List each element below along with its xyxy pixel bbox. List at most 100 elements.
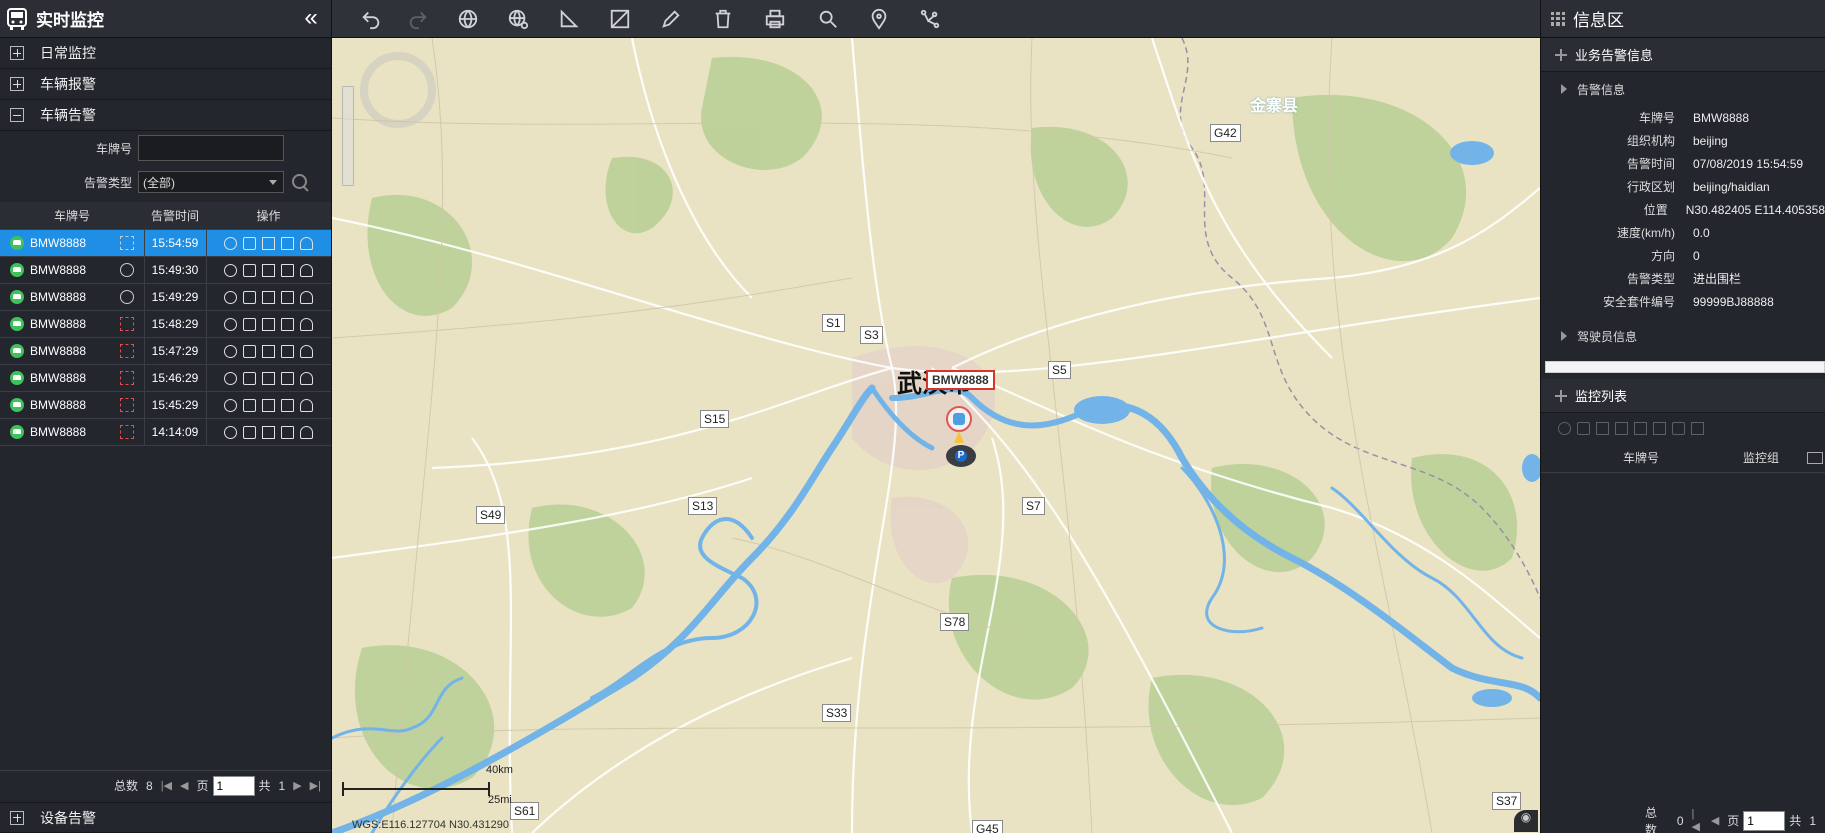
collapse-icon[interactable] (10, 108, 24, 122)
expand-icon[interactable] (10, 46, 24, 60)
document-icon[interactable] (281, 344, 295, 358)
document-icon[interactable] (281, 398, 295, 412)
section-vehicle-alert[interactable]: 车辆告警 (0, 100, 331, 131)
page-input[interactable] (212, 775, 255, 796)
alert-type-select[interactable]: (全部) (138, 171, 284, 193)
film-icon[interactable] (262, 371, 276, 385)
globe-icon[interactable] (455, 6, 481, 32)
section-vehicle-alarm[interactable]: 车辆报警 (0, 69, 331, 100)
play-icon[interactable] (224, 236, 238, 250)
play-icon[interactable] (224, 317, 238, 331)
col-group[interactable]: 监控组 (1721, 449, 1801, 466)
section-device-alert[interactable]: 设备告警 (0, 802, 331, 833)
prev-page-icon[interactable]: ◀ (1711, 814, 1719, 827)
vehicle-plate-label[interactable]: BMW8888 (926, 370, 995, 390)
plate-input[interactable] (138, 135, 284, 161)
eye-icon[interactable]: ◉ (1514, 810, 1538, 832)
car-camera-icon[interactable] (1672, 421, 1685, 435)
camera-icon[interactable] (243, 344, 257, 358)
expand-arrow-icon[interactable] (1561, 84, 1567, 94)
alert-row[interactable]: BMW8888 15:49:29 (0, 283, 331, 311)
film-icon[interactable] (262, 425, 276, 439)
measure-angle-icon[interactable] (556, 6, 582, 32)
col-plate[interactable]: 车牌号 (0, 202, 144, 230)
play-icon[interactable] (224, 344, 238, 358)
expand-arrow-icon[interactable] (1561, 331, 1567, 341)
camera-icon[interactable] (243, 290, 257, 304)
col-time[interactable]: 告警时间 (144, 202, 206, 230)
measure-area-icon[interactable] (607, 6, 633, 32)
driver-info-toggle[interactable]: 驾驶员信息 (1541, 319, 1825, 353)
prev-page-icon[interactable]: ◀ (180, 779, 188, 792)
document-icon[interactable] (281, 371, 295, 385)
document-icon[interactable] (281, 290, 295, 304)
search-icon[interactable] (815, 6, 841, 32)
route-path-icon[interactable] (917, 6, 943, 32)
parking-marker-icon[interactable]: P (946, 445, 976, 467)
document-icon[interactable] (281, 236, 295, 250)
camera-icon[interactable] (243, 398, 257, 412)
vehicle-marker-icon[interactable] (946, 406, 972, 432)
play-icon[interactable] (224, 425, 238, 439)
sliders-icon[interactable] (1653, 421, 1666, 435)
col-plate[interactable]: 车牌号 (1541, 449, 1721, 466)
grid-icon[interactable] (1634, 421, 1647, 435)
camera-icon[interactable] (243, 236, 257, 250)
document-icon[interactable] (281, 425, 295, 439)
film-icon[interactable] (1596, 421, 1609, 435)
last-page-icon[interactable]: ▶| (310, 779, 321, 792)
location-pin-icon[interactable] (866, 6, 892, 32)
camera-icon[interactable] (243, 425, 257, 439)
splitter[interactable] (1545, 361, 1825, 373)
play-icon[interactable] (224, 371, 238, 385)
map-view[interactable]: 金寨县 G42 S1 S3 S5 S15 S13 S49 S7 S78 S33 … (332, 38, 1540, 833)
drag-handle-icon[interactable] (1555, 389, 1567, 402)
play-icon[interactable] (224, 263, 238, 277)
hand-icon[interactable] (1691, 421, 1704, 435)
alert-row[interactable]: BMW8888 15:45:29 (0, 391, 331, 419)
film-icon[interactable] (262, 344, 276, 358)
list-menu-icon[interactable] (1807, 451, 1823, 464)
redo-icon[interactable] (405, 6, 431, 32)
collapse-panel-icon[interactable]: « (298, 6, 324, 31)
alert-row[interactable]: BMW8888 15:49:30 (0, 256, 331, 284)
page-input[interactable] (1743, 810, 1786, 831)
person-icon[interactable] (300, 263, 314, 277)
zoom-slider[interactable] (342, 86, 354, 186)
film-icon[interactable] (262, 317, 276, 331)
alert-row[interactable]: BMW8888 15:54:59 (0, 229, 331, 257)
camera-icon[interactable] (243, 263, 257, 277)
pan-control[interactable] (360, 52, 436, 128)
search-icon[interactable] (290, 172, 310, 192)
minus-box-icon[interactable] (1615, 421, 1628, 435)
person-icon[interactable] (300, 236, 314, 250)
expand-icon[interactable] (10, 77, 24, 91)
printer-icon[interactable] (762, 6, 788, 32)
person-icon[interactable] (300, 344, 314, 358)
drag-handle-icon[interactable] (1555, 48, 1567, 61)
alert-row[interactable]: BMW8888 15:46:29 (0, 364, 331, 392)
alert-row[interactable]: BMW8888 15:48:29 (0, 310, 331, 338)
alert-info-toggle[interactable]: 告警信息 (1541, 72, 1825, 106)
film-icon[interactable] (262, 263, 276, 277)
globe-settings-icon[interactable] (505, 6, 531, 32)
film-icon[interactable] (262, 290, 276, 304)
alert-row[interactable]: BMW8888 15:47:29 (0, 337, 331, 365)
play-icon[interactable] (224, 290, 238, 304)
person-icon[interactable] (300, 317, 314, 331)
alert-row[interactable]: BMW8888 14:14:09 (0, 418, 331, 446)
first-page-icon[interactable]: |◀ (1692, 808, 1703, 833)
expand-icon[interactable] (10, 810, 24, 825)
camera-icon[interactable] (243, 371, 257, 385)
person-icon[interactable] (300, 290, 314, 304)
camera-icon[interactable] (1577, 421, 1590, 435)
camera-icon[interactable] (243, 317, 257, 331)
trash-icon[interactable] (710, 6, 736, 32)
next-page-icon[interactable]: ▶ (293, 779, 301, 792)
person-icon[interactable] (300, 371, 314, 385)
undo-icon[interactable] (358, 6, 384, 32)
document-icon[interactable] (281, 317, 295, 331)
play-icon[interactable] (224, 398, 238, 412)
film-icon[interactable] (262, 398, 276, 412)
pencil-icon[interactable] (658, 6, 684, 32)
